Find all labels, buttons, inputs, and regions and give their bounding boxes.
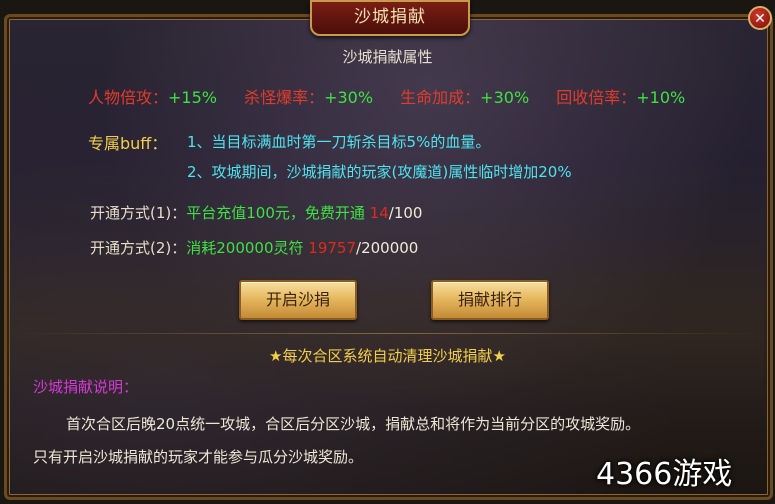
explanation-line-2: 只有开启沙城捐献的玩家才能参与瓜分沙城奖励。 — [33, 448, 364, 466]
open-method-desc: 平台充值100元，免费开通 — [186, 204, 365, 222]
buff-line-2: 2、攻城期间，沙城捐献的玩家(攻魔道)属性临时增加20% — [187, 163, 572, 181]
attribute-value: +30% — [324, 88, 374, 107]
open-donation-button[interactable]: 开启沙捐 — [239, 280, 357, 320]
attribute-recycle-rate: 回收倍率：+10% — [556, 84, 685, 108]
open-method-total: /200000 — [356, 239, 419, 257]
donation-ranking-button[interactable]: 捐献排行 — [431, 280, 549, 320]
explanation-line-1: 首次合区后晚20点统一攻城，合区后分区沙城，捐献总和将作为当前分区的攻城奖励。 — [66, 415, 641, 433]
attribute-value: +10% — [636, 88, 686, 107]
open-method-desc: 消耗200000灵符 — [186, 239, 304, 257]
attribute-hp-bonus: 生命加成：+30% — [400, 84, 529, 108]
open-method-total: /100 — [388, 204, 423, 222]
attribute-label: 杀怪爆率： — [244, 88, 325, 107]
close-button[interactable]: ✕ — [748, 6, 772, 30]
section-title: 沙城捐献属性 — [342, 48, 433, 66]
attribute-attack: 人物倍攻：+15% — [88, 84, 217, 108]
attribute-value: +15% — [168, 88, 217, 107]
attribute-label: 人物倍攻： — [88, 88, 169, 107]
open-method-label: 开通方式(2)： — [90, 239, 187, 257]
notice-banner: ★每次合区系统自动清理沙城捐献★ — [269, 347, 506, 365]
watermark-logo: 4366游戏 — [596, 457, 733, 492]
open-method-current: 14 — [369, 204, 389, 222]
open-method-current: 19757 — [308, 239, 357, 257]
buff-label: 专属buff： — [88, 134, 168, 153]
divider — [12, 333, 763, 334]
open-method-2: 开通方式(2)：消耗200000灵符 19757/200000 — [90, 237, 418, 258]
explanation-title: 沙城捐献说明： — [33, 378, 139, 396]
attribute-label: 回收倍率： — [556, 88, 637, 107]
dialog-title: 沙城捐献 — [310, 0, 470, 36]
open-method-label: 开通方式(1)： — [90, 204, 187, 222]
attribute-label: 生命加成： — [400, 88, 481, 107]
attribute-value: +30% — [480, 88, 530, 107]
attribute-row: 人物倍攻：+15% 杀怪爆率：+30% 生命加成：+30% 回收倍率：+10% — [88, 84, 748, 108]
attribute-drop-rate: 杀怪爆率：+30% — [244, 84, 373, 108]
open-method-1: 开通方式(1)：平台充值100元，免费开通 14/100 — [90, 202, 422, 223]
buff-line-1: 1、当目标满血时第一刀斩杀目标5%的血量。 — [187, 133, 491, 151]
